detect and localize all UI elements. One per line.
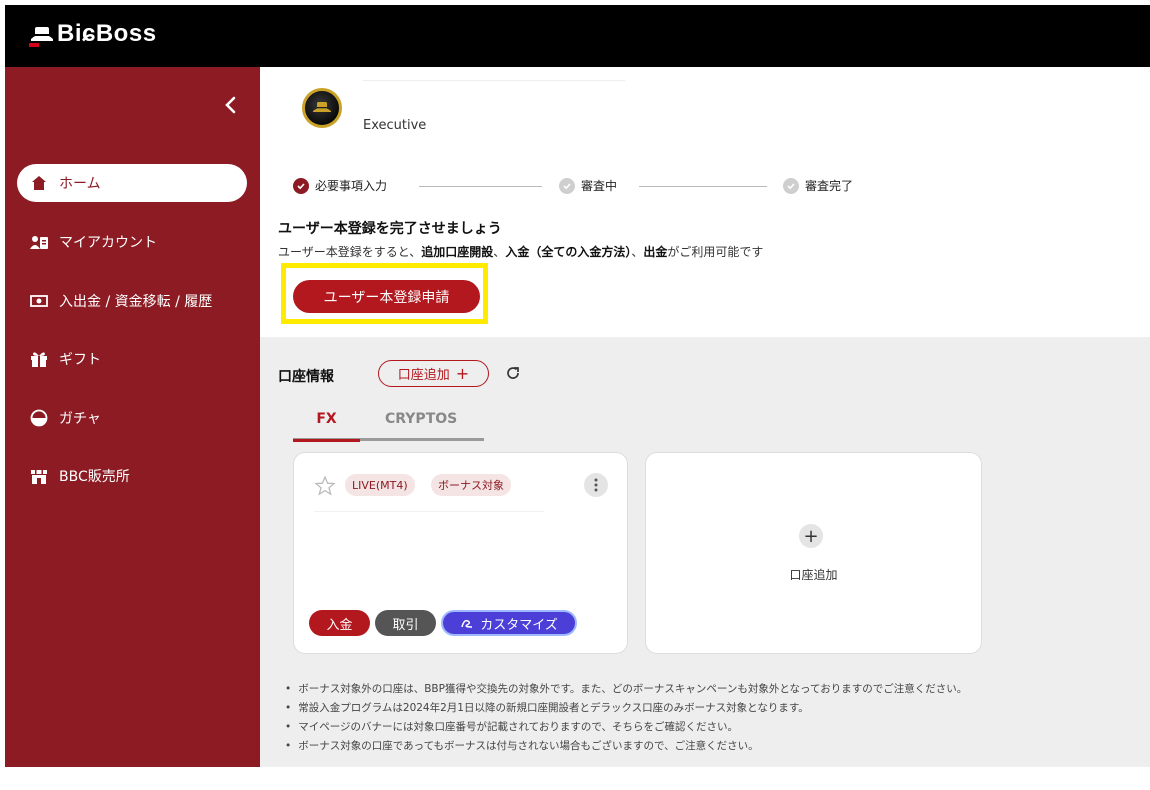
step-connector xyxy=(639,186,767,187)
card-divider xyxy=(314,511,544,512)
sidebar: ホーム マイアカウント 入出金 / 資金移転 / 履歴 ギフト ガチャ BBC販… xyxy=(5,67,260,767)
more-options-icon[interactable] xyxy=(584,473,608,497)
add-account-pill-button[interactable]: 口座追加 + xyxy=(378,360,489,387)
plus-icon: + xyxy=(455,364,470,383)
step-label: 審査完了 xyxy=(805,179,854,193)
step-connector xyxy=(419,186,542,187)
sidebar-item-bbc-shop[interactable]: BBC販売所 xyxy=(17,457,247,495)
check-circle-icon xyxy=(783,177,799,194)
sidebar-item-label: 入出金 / 資金移転 / 履歴 xyxy=(59,294,213,310)
registration-stepper: 必要事項入力 審査中 審査完了 xyxy=(293,177,883,197)
user-status-panel: Executive 必要事項入力 審査中 審査完了 ユーザー本登録を完了させまし… xyxy=(260,67,1150,337)
tab-cryptos[interactable]: CRYPTOS xyxy=(385,411,457,427)
desc-text: ユーザー本登録をすると、 xyxy=(278,245,422,259)
note-item: マイページのバナーには対象口座番号が記載されておりますので、そちらをご確認くださ… xyxy=(285,718,1135,737)
registration-title: ユーザー本登録を完了させましょう xyxy=(278,221,502,237)
desc-text: 、 xyxy=(493,245,506,259)
account-type-tabs: FX CRYPTOS xyxy=(293,409,484,442)
tab-fx[interactable]: FX xyxy=(293,411,360,442)
account-card: LIVE(MT4) ボーナス対象 入金 取引 カスタマイズ xyxy=(293,452,628,654)
collapse-sidebar-button[interactable] xyxy=(219,91,243,119)
plus-icon: + xyxy=(799,524,823,548)
sidebar-item-gift[interactable]: ギフト xyxy=(17,340,247,378)
home-icon xyxy=(29,173,49,193)
gift-icon xyxy=(29,349,49,369)
rank-divider xyxy=(363,80,625,81)
sidebar-item-home[interactable]: ホーム xyxy=(17,164,247,202)
registration-description: ユーザー本登録をすると、追加口座開設、入金（全ての入金方法）、出金がご利用可能で… xyxy=(278,243,763,260)
step-review: 審査中 xyxy=(559,177,617,194)
step-label: 審査中 xyxy=(581,179,618,193)
user-registration-button[interactable]: ユーザー本登録申請 xyxy=(293,280,480,313)
bonus-target-tag: ボーナス対象 xyxy=(431,474,511,496)
account-info-panel: 口座情報 口座追加 + FX CRYPTOS LIVE(MT4) ボーナス対象 … xyxy=(260,337,1150,767)
sidebar-item-label: ギフト xyxy=(59,352,101,368)
account-info-title: 口座情報 xyxy=(278,369,334,385)
desc-bold-text: 追加口座開設 xyxy=(421,245,494,259)
logo-text: BiɕBoss xyxy=(57,20,157,47)
account-icon xyxy=(29,232,49,252)
note-item: ボーナス対象外の口座は、BBP獲得や交換先の対象外です。また、どのボーナスキャン… xyxy=(285,680,1135,699)
shop-icon xyxy=(29,466,49,486)
desc-text: がご利用可能です xyxy=(667,245,764,259)
top-header: BiɕBoss xyxy=(5,5,1150,67)
sidebar-item-label: BBC販売所 xyxy=(59,469,130,485)
check-circle-icon xyxy=(293,177,309,194)
gacha-icon xyxy=(29,408,49,428)
step-label: 必要事項入力 xyxy=(315,179,388,193)
refresh-icon[interactable] xyxy=(504,364,522,382)
notes-list: ボーナス対象外の口座は、BBP獲得や交換先の対象外です。また、どのボーナスキャン… xyxy=(285,680,1135,756)
chevron-left-icon xyxy=(225,96,236,114)
sidebar-item-my-account[interactable]: マイアカウント xyxy=(17,223,247,261)
sidebar-item-gacha[interactable]: ガチャ xyxy=(17,399,247,437)
note-item: ボーナス対象の口座であってもボーナスは付与されない場合もございますので、ご注意く… xyxy=(285,737,1135,756)
money-icon xyxy=(29,291,49,311)
desc-bold-text: 入金（全ての入金方法） xyxy=(505,245,632,259)
rank-label: Executive xyxy=(363,118,427,133)
add-account-card-label: 口座追加 xyxy=(789,568,838,582)
bigboss-logo[interactable]: BiɕBoss xyxy=(27,19,157,49)
add-account-card[interactable]: + 口座追加 xyxy=(645,452,982,654)
customize-button[interactable]: カスタマイズ xyxy=(441,610,577,636)
desc-text: 、 xyxy=(631,245,644,259)
customize-label: カスタマイズ xyxy=(480,617,558,633)
customize-icon xyxy=(460,617,474,629)
add-account-label: 口座追加 xyxy=(397,368,450,383)
sidebar-item-label: ガチャ xyxy=(59,411,101,427)
main-content: Executive 必要事項入力 審査中 審査完了 ユーザー本登録を完了させまし… xyxy=(260,67,1150,767)
check-circle-icon xyxy=(559,177,575,194)
live-mt4-tag: LIVE(MT4) xyxy=(345,474,415,496)
deposit-button[interactable]: 入金 xyxy=(309,610,370,636)
sidebar-item-label: ホーム xyxy=(59,176,101,192)
hat-logo-icon xyxy=(27,19,57,49)
star-favorite-icon[interactable] xyxy=(314,475,336,497)
desc-bold-text: 出金 xyxy=(643,245,668,259)
sidebar-item-funds[interactable]: 入出金 / 資金移転 / 履歴 xyxy=(17,282,247,320)
sidebar-item-label: マイアカウント xyxy=(59,235,157,251)
rank-badge-icon xyxy=(302,88,342,128)
trade-button[interactable]: 取引 xyxy=(375,610,436,636)
step-input: 必要事項入力 xyxy=(293,177,387,194)
step-complete: 審査完了 xyxy=(783,177,853,194)
note-item: 常設入金プログラムは2024年2月1日以降の新規口座開設者とデラックス口座のみボ… xyxy=(285,699,1135,718)
